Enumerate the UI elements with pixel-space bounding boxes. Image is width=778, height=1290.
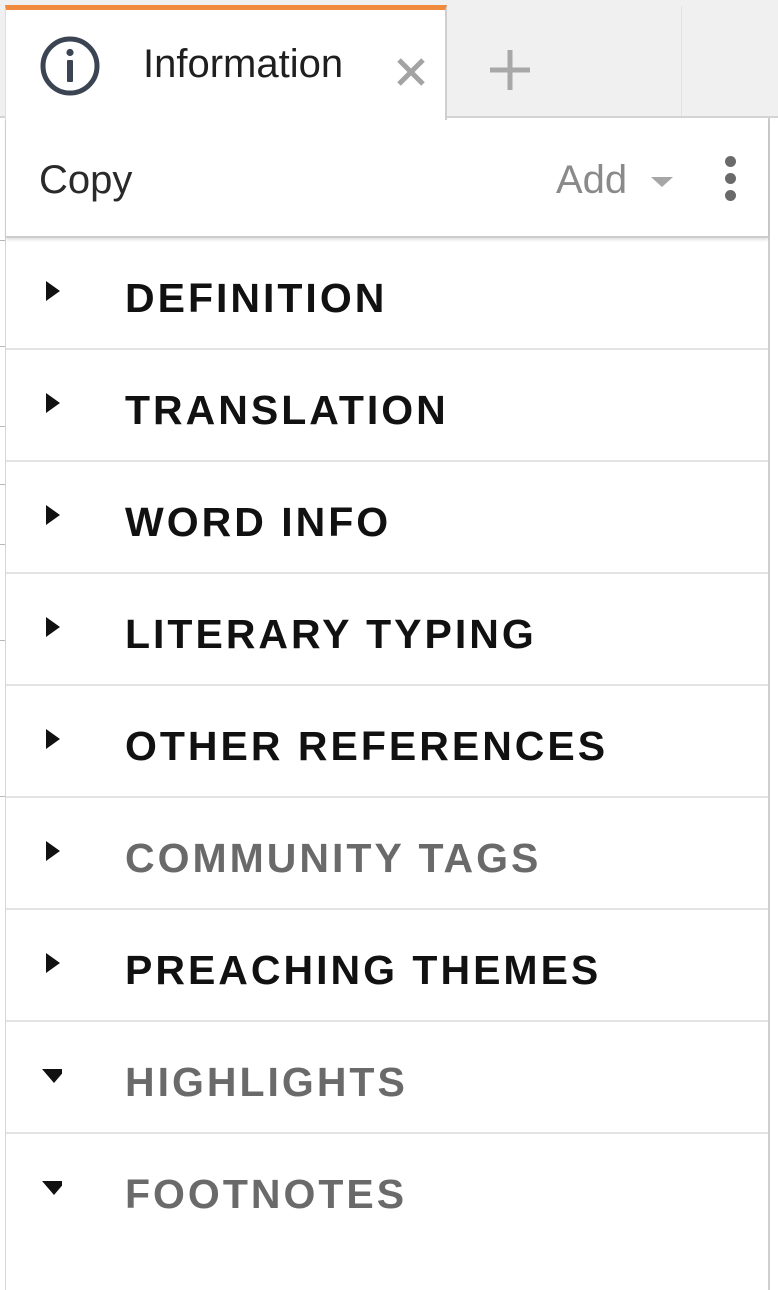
information-panel: Copy Add DEFINITION TRANSLATION WORD INF… (5, 118, 770, 1290)
expand-arrow-icon (46, 617, 60, 637)
arrow-shape (42, 1181, 62, 1195)
section-literary-typing[interactable]: LITERARY TYPING (6, 574, 768, 686)
section-preaching-themes[interactable]: PREACHING THEMES (6, 910, 768, 1022)
section-label: OTHER REFERENCES (125, 723, 609, 769)
collapse-arrow-icon (42, 1069, 62, 1083)
section-label: WORD INFO (125, 499, 392, 545)
vertical-ellipsis-icon[interactable] (718, 156, 742, 204)
section-label: TRANSLATION (125, 387, 449, 433)
section-list: DEFINITION TRANSLATION WORD INFO LITERAR… (6, 238, 768, 1244)
expand-arrow-icon (46, 953, 60, 973)
section-label: DEFINITION (125, 275, 388, 321)
copy-button[interactable]: Copy (39, 160, 132, 200)
arrow-shape (46, 617, 60, 637)
section-label: LITERARY TYPING (125, 611, 537, 657)
tab-information[interactable]: Information (5, 5, 447, 120)
expand-arrow-icon (46, 729, 60, 749)
section-label: HIGHLIGHTS (125, 1059, 408, 1105)
expand-arrow-icon (46, 393, 60, 413)
caret-down-icon (651, 177, 674, 187)
tab-strip: Information (0, 0, 778, 120)
section-definition[interactable]: DEFINITION (6, 238, 768, 350)
section-community-tags[interactable]: COMMUNITY TAGS (6, 798, 768, 910)
section-label: PREACHING THEMES (125, 947, 602, 993)
section-label: COMMUNITY TAGS (125, 835, 542, 881)
section-label: FOOTNOTES (125, 1171, 408, 1217)
arrow-shape (46, 281, 60, 301)
expand-arrow-icon (46, 505, 60, 525)
section-translation[interactable]: TRANSLATION (6, 350, 768, 462)
arrow-shape (46, 505, 60, 525)
section-other-references[interactable]: OTHER REFERENCES (6, 686, 768, 798)
arrow-shape (42, 1069, 62, 1083)
arrow-shape (46, 393, 60, 413)
close-icon[interactable] (394, 55, 428, 89)
arrow-shape (46, 953, 60, 973)
collapse-arrow-icon (42, 1181, 62, 1195)
add-dropdown-button[interactable]: Add (556, 158, 674, 202)
tab-separator (681, 6, 682, 116)
tab-title: Information (143, 42, 344, 86)
arrow-shape (46, 729, 60, 749)
panel-toolbar: Copy Add (6, 118, 768, 238)
section-footnotes[interactable]: FOOTNOTES (6, 1134, 768, 1244)
section-highlights[interactable]: HIGHLIGHTS (6, 1022, 768, 1134)
info-circle-icon (40, 36, 100, 96)
add-label: Add (556, 158, 628, 202)
expand-arrow-icon (46, 281, 60, 301)
section-word-info[interactable]: WORD INFO (6, 462, 768, 574)
plus-icon[interactable] (488, 48, 532, 92)
arrow-shape (46, 841, 60, 861)
expand-arrow-icon (46, 841, 60, 861)
